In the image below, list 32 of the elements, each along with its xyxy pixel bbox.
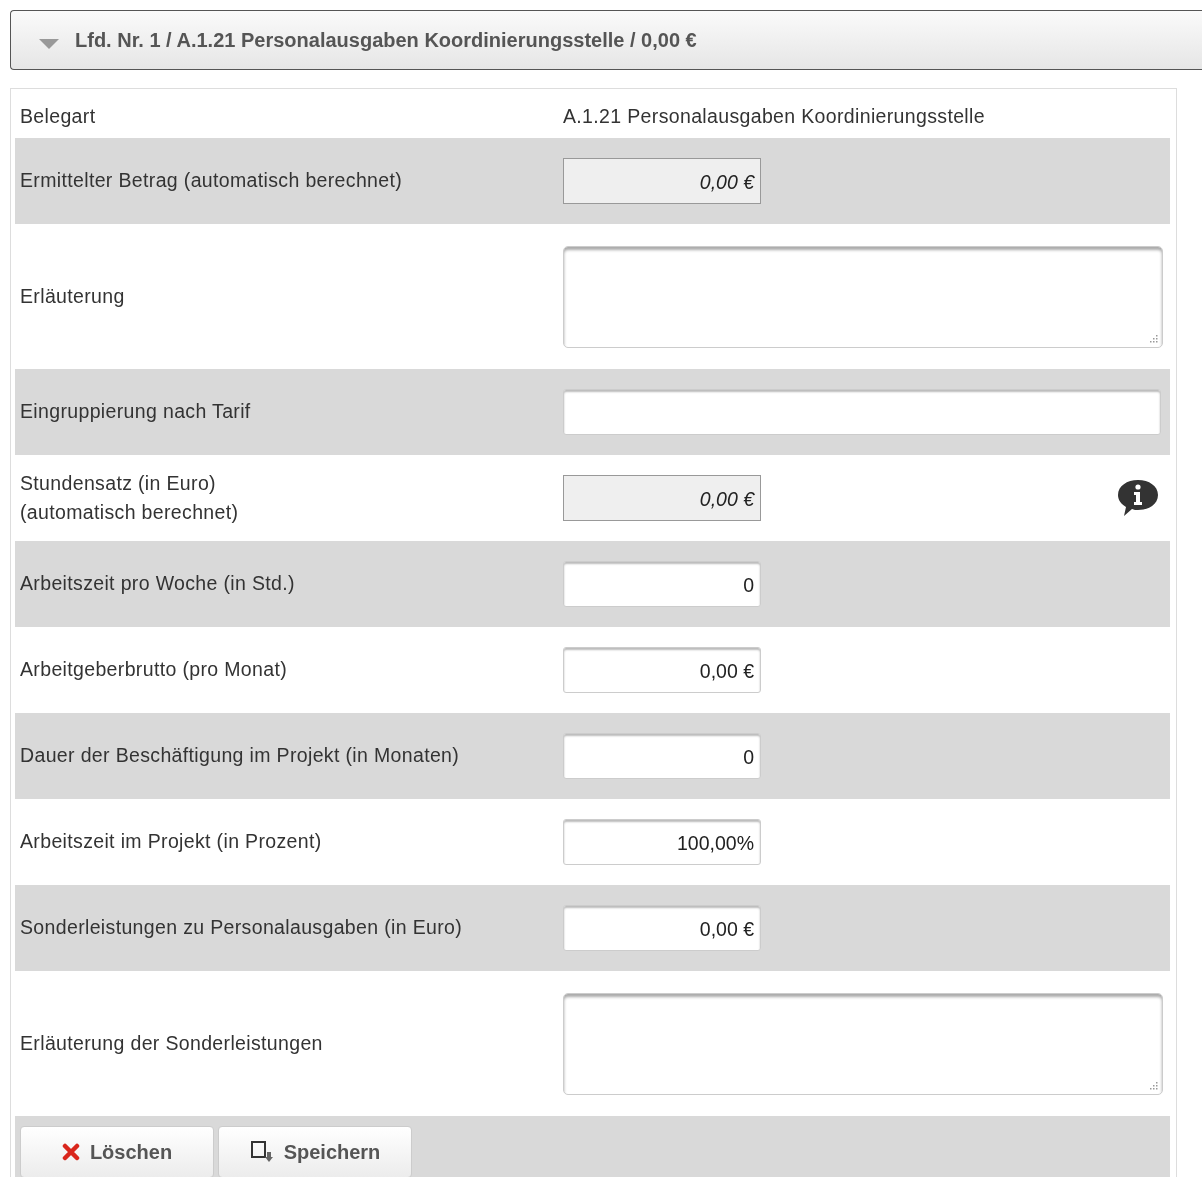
delete-button[interactable]: Löschen: [20, 1126, 214, 1177]
input-field[interactable]: 0,00 €: [563, 905, 761, 951]
section-title: Lfd. Nr. 1 / A.1.21 Personalausgaben Koordinierungsstelle / 0,00 €: [75, 28, 697, 52]
text-area[interactable]: [563, 992, 1163, 1095]
field-label: Stundensatz (in Euro) (automatisch berechnet): [20, 470, 240, 525]
save-button[interactable]: Speichern: [218, 1126, 412, 1177]
field-value: A.1.21 Personalausgaben Koordinierungsstelle: [563, 105, 985, 128]
field-label: Erläuterung der Sonderleistungen: [20, 1030, 324, 1056]
field-label: Arbeitszeit im Projekt (in Prozent): [20, 829, 323, 855]
input-field[interactable]: 0: [563, 561, 761, 607]
input-field[interactable]: 0,00 €: [563, 647, 761, 693]
input-field[interactable]: [563, 389, 1161, 435]
field-label: Sonderleistungen zu Personalausgaben (in Euro): [20, 915, 464, 941]
input-field[interactable]: 0: [563, 733, 761, 779]
field-label: Erläuterung: [20, 283, 126, 309]
field-label: Arbeitgeberbrutto (pro Monat): [20, 657, 289, 683]
info-icon[interactable]: [1116, 478, 1160, 518]
text-area[interactable]: [563, 245, 1163, 348]
field-label: Arbeitszeit pro Woche (in Std.): [20, 571, 296, 597]
field-label: Belegart: [20, 103, 97, 129]
readonly-field: 0,00 €: [563, 475, 761, 521]
field-label: Dauer der Beschäftigung im Projekt (in Monaten): [20, 743, 461, 769]
section-header[interactable]: Lfd. Nr. 1 / A.1.21 Personalausgaben Koordinierungsstelle / 0,00 €: [10, 10, 1202, 70]
field-label: Eingruppierung nach Tarif: [20, 399, 252, 425]
collapse-caret-icon: [39, 39, 59, 49]
save-icon: [249, 1140, 274, 1164]
resize-grip-icon[interactable]: [1149, 1080, 1158, 1090]
field-label: Ermittelter Betrag (automatisch berechnet): [20, 168, 404, 194]
readonly-field: 0,00 €: [563, 158, 761, 204]
close-icon: [61, 1143, 80, 1161]
input-field[interactable]: 100,00%: [563, 819, 761, 865]
resize-grip-icon[interactable]: [1149, 333, 1158, 343]
